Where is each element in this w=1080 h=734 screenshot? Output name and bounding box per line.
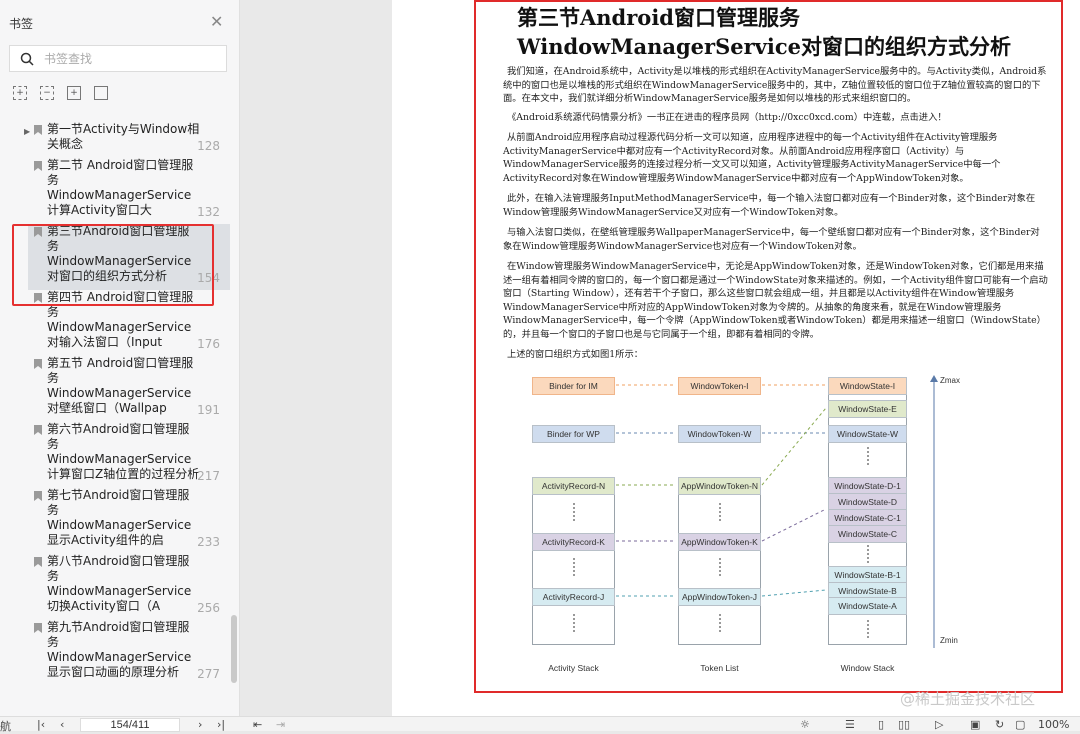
first-page-icon[interactable]: |‹ bbox=[37, 718, 45, 731]
nav-label[interactable]: 航 bbox=[0, 718, 11, 734]
prev-page-icon[interactable]: ‹ bbox=[60, 718, 64, 731]
two-page-icon[interactable]: ▯▯ bbox=[898, 718, 910, 731]
continuous-scroll-icon[interactable]: ☰ bbox=[845, 718, 855, 731]
z-min-label: Zmin bbox=[940, 636, 958, 645]
last-page-icon[interactable]: ›| bbox=[217, 718, 225, 731]
brightness-icon[interactable]: ☼ bbox=[800, 718, 810, 731]
play-icon[interactable]: ▷ bbox=[935, 718, 943, 731]
page-number-input[interactable] bbox=[80, 718, 180, 732]
fit-page-icon[interactable]: ▣ bbox=[970, 718, 980, 731]
fit-width-icon[interactable]: ▢ bbox=[1015, 718, 1025, 731]
z-max-label: Zmax bbox=[940, 376, 960, 385]
rotate-icon[interactable]: ↻ bbox=[995, 718, 1004, 731]
bottom-toolbar: 航 |‹ ‹ › ›| ⇤ ⇥ ☼ ☰ ▯ ▯▯ ▷ ▣ ↻ ▢ 100% bbox=[0, 716, 1080, 734]
activity-stack-label: Activity Stack bbox=[548, 663, 599, 673]
single-page-icon[interactable]: ▯ bbox=[878, 718, 884, 731]
watermark: @稀土掘金技术社区 bbox=[900, 690, 1036, 708]
zoom-level[interactable]: 100% bbox=[1038, 718, 1069, 731]
window-stack-label: Window Stack bbox=[840, 663, 895, 673]
token-list-label: Token List bbox=[700, 663, 739, 673]
diagram-arrows bbox=[616, 375, 938, 648]
forward-icon[interactable]: ⇥ bbox=[276, 718, 285, 731]
next-page-icon[interactable]: › bbox=[198, 718, 202, 731]
back-icon[interactable]: ⇤ bbox=[253, 718, 262, 731]
